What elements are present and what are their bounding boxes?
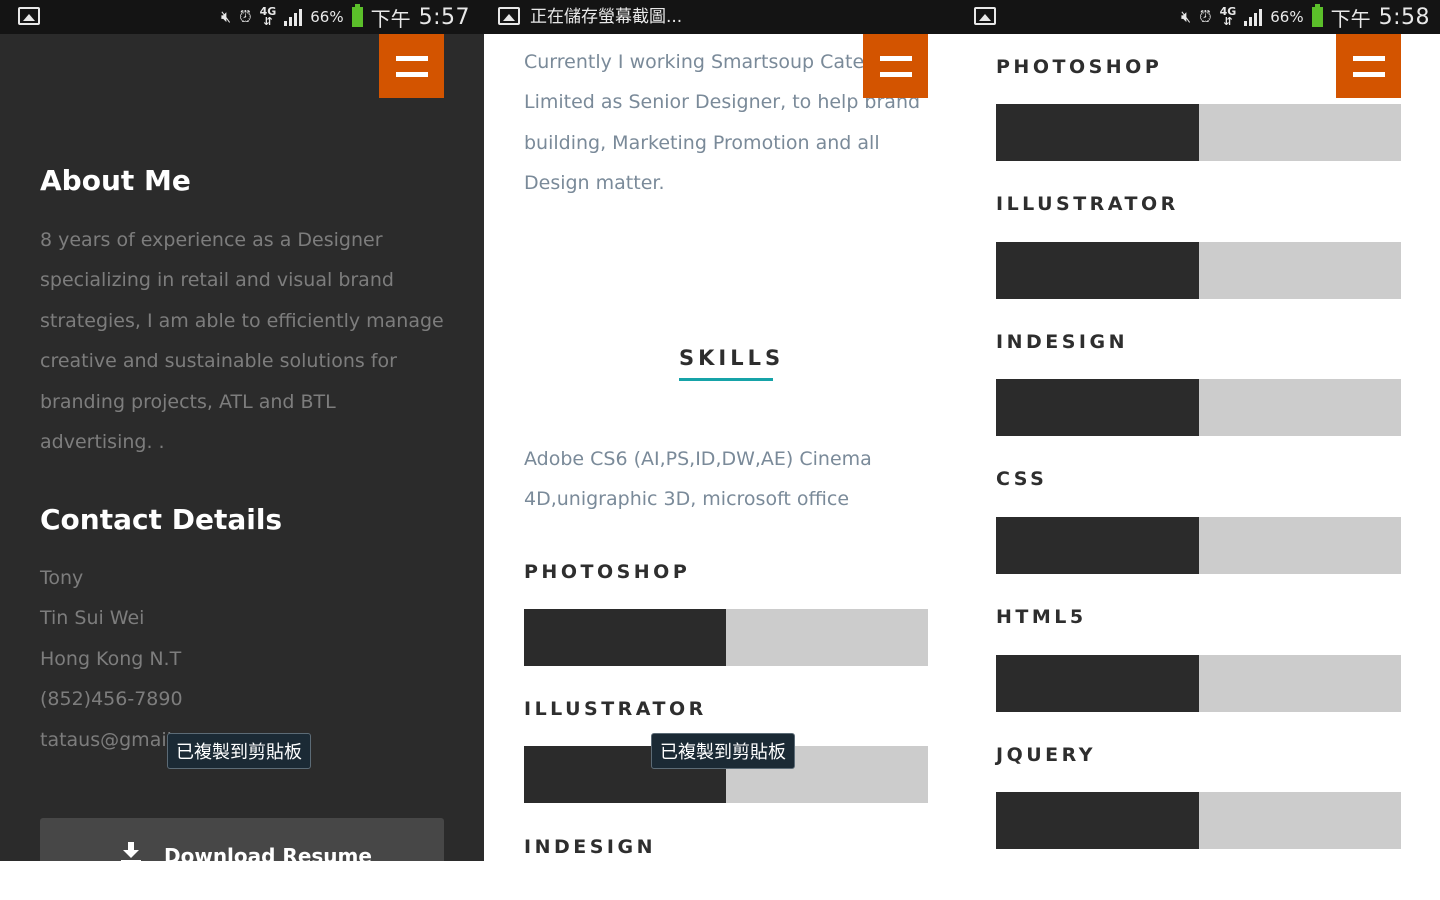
skills-intro-line: 4D,unigraphic 3D, microsoft office: [524, 488, 850, 511]
download-label: Download Resume: [164, 844, 372, 861]
skills-intro-line: Adobe CS6 (AI,PS,ID,DW,AE) Cinema: [524, 448, 872, 470]
download-resume-button[interactable]: Download Resume: [40, 818, 444, 861]
contact-heading: Contact Details: [40, 503, 283, 536]
work-line: building, Marketing Promotion and all: [524, 131, 880, 154]
skill-bar-photoshop: [996, 104, 1401, 161]
about-heading: About Me: [40, 164, 191, 197]
hamburger-menu-button[interactable]: [863, 34, 928, 98]
skill-label-photoshop: PHOTOSHOP: [996, 56, 1163, 78]
skill-bar-fill: [996, 242, 1199, 299]
battery-icon: [1311, 4, 1323, 27]
status-ampm: 下午: [1330, 6, 1371, 31]
clipboard-toast: 已複製到剪貼板: [167, 733, 311, 769]
status-right-group: 🔇︎ ⏰︎ 4G ⇵ 66% 下午 5:58: [1181, 0, 1430, 34]
skill-bar-fill: [996, 655, 1199, 712]
skill-bar-fill: [996, 792, 1199, 849]
skill-label-indesign: INDESIGN: [996, 331, 1128, 353]
skill-bar-fill: [996, 104, 1199, 161]
status-right-group: 🔇︎ ⏰︎ 4G ⇵ 66% 下午 5:57: [221, 0, 470, 34]
menu-bar-icon: [879, 55, 912, 61]
skill-label-photoshop: PHOTOSHOP: [524, 561, 691, 583]
status-bar: 🔇︎ ⏰︎ 4G ⇵ 66% 下午 5:57: [0, 0, 484, 34]
status-bar: 🔇︎ ⏰︎ 4G ⇵ 66% 下午 5:58: [956, 0, 1440, 34]
gallery-icon: [974, 7, 996, 25]
status-time: 5:58: [1378, 4, 1430, 30]
skill-label-illustrator: ILLUSTRATOR: [524, 698, 707, 720]
status-notification-text: 正在儲存螢幕截圖...: [530, 7, 683, 27]
about-text: 8 years of experience as a Designer spec…: [40, 220, 460, 462]
skill-bar-fill: [996, 379, 1199, 436]
gallery-icon: [498, 7, 520, 25]
skills-intro: Adobe CS6 (AI,PS,ID,DW,AE) Cinema 4D,uni…: [524, 439, 944, 520]
skill-label-indesign: INDESIGN: [524, 836, 656, 858]
mute-icon: 🔇︎: [1180, 7, 1192, 26]
about-line: advertising. .: [40, 431, 165, 454]
skill-label-css: CSS: [996, 468, 1048, 490]
skill-label-jquery: JQUERY: [996, 744, 1096, 766]
about-line: branding projects, ATL and BTL: [40, 390, 336, 413]
skill-label-html5: HTML5: [996, 606, 1087, 628]
menu-bar-icon: [395, 71, 428, 77]
menu-bar-icon: [1352, 55, 1385, 61]
skills-heading-underline: [679, 378, 773, 381]
mute-icon: 🔇︎: [220, 7, 232, 26]
menu-bar-icon: [879, 71, 912, 77]
about-line: 8 years of experience as a Designer: [40, 229, 383, 251]
about-line: creative and sustainable solutions for: [40, 350, 397, 373]
contact-street: Tin Sui Wei: [40, 607, 145, 629]
about-line: specializing in retail and visual brand: [40, 269, 394, 292]
hamburger-menu-button[interactable]: [379, 34, 444, 98]
signal-icon: [1244, 8, 1263, 26]
battery-icon: [351, 4, 363, 27]
signal-icon: [284, 8, 303, 26]
skills-heading: SKILLS: [679, 346, 785, 370]
work-line: Design matter.: [524, 172, 665, 195]
skill-bar-css: [996, 517, 1401, 574]
screenshot-stage: 🔇︎ ⏰︎ 4G ⇵ 66% 下午 5:57 About Me 8 years o…: [0, 0, 1440, 900]
contact-name: Tony: [40, 567, 84, 589]
status-bar: 正在儲存螢幕截圖...: [484, 0, 956, 34]
about-line: strategies, I am able to efficiently man…: [40, 309, 444, 332]
contact-region: Hong Kong N.T: [40, 648, 182, 670]
menu-bar-icon: [1352, 71, 1385, 77]
skills-panel-top: 正在儲存螢幕截圖... Currently I working Smartsou…: [484, 0, 956, 861]
skill-bar-fill: [996, 517, 1199, 574]
skill-bar-html5: [996, 655, 1401, 712]
battery-percent: 66%: [310, 8, 344, 26]
battery-percent: 66%: [1270, 8, 1304, 26]
skill-bar-illustrator: [996, 242, 1401, 299]
about-panel: 🔇︎ ⏰︎ 4G ⇵ 66% 下午 5:57 About Me 8 years o…: [0, 0, 484, 861]
contact-phone[interactable]: (852)456-7890: [40, 688, 183, 710]
gallery-icon: [18, 7, 40, 25]
hamburger-menu-button[interactable]: [1336, 34, 1401, 98]
status-ampm: 下午: [370, 6, 411, 31]
network-4g-icon: 4G ⇵: [259, 5, 277, 28]
skills-panel-bottom: 🔇︎ ⏰︎ 4G ⇵ 66% 下午 5:58 PHOTOSHOP ILLUSTRA…: [956, 0, 1440, 861]
menu-bar-icon: [395, 55, 428, 61]
skill-label-illustrator: ILLUSTRATOR: [996, 193, 1179, 215]
contact-email[interactable]: tataus@gmail: [40, 729, 172, 751]
skill-bar-jquery: [996, 792, 1401, 849]
skill-bar-photoshop: [524, 609, 928, 666]
download-icon: [121, 842, 141, 861]
skill-bar-fill: [524, 609, 726, 666]
clipboard-toast: 已複製到剪貼板: [651, 733, 795, 769]
alarm-icon: ⏰︎: [239, 7, 252, 26]
status-time: 5:57: [418, 4, 470, 30]
alarm-icon: ⏰︎: [1199, 7, 1212, 26]
skill-bar-indesign: [996, 379, 1401, 436]
network-4g-icon: 4G ⇵: [1219, 5, 1237, 28]
